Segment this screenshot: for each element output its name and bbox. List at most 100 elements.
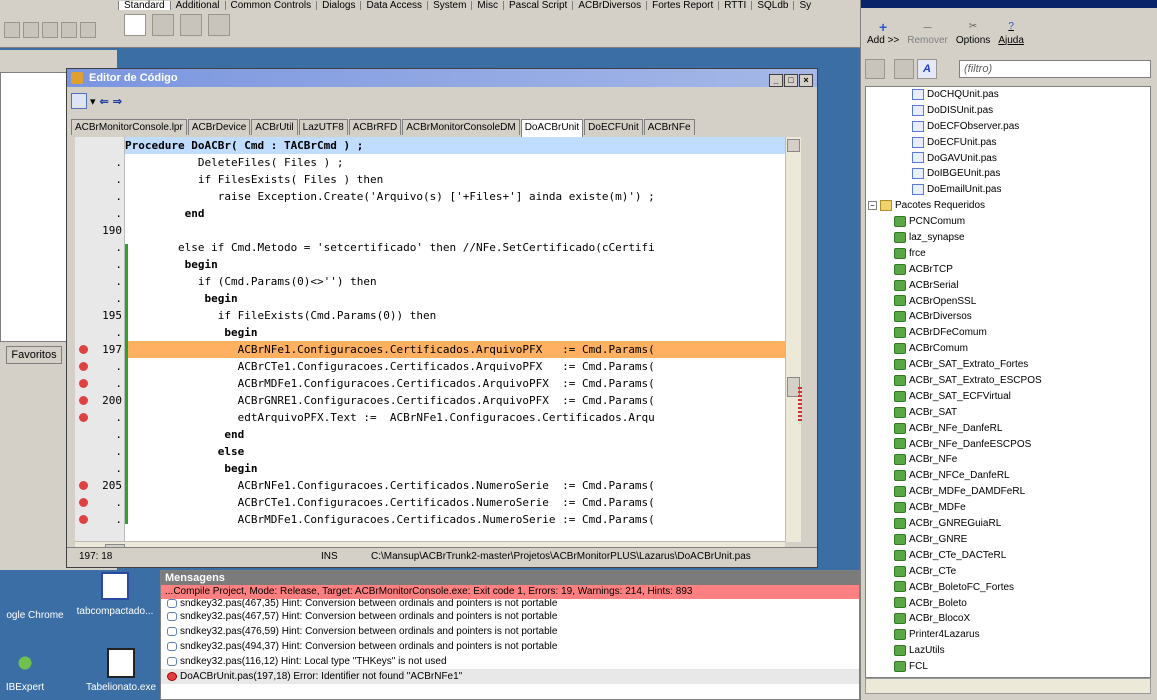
button-component-icon[interactable] xyxy=(208,14,231,36)
code-line[interactable]: ACBrMDFe1.Configuracoes.Certificados.Num… xyxy=(125,511,785,528)
code-line[interactable]: Procedure DoACBr( Cmd : TACBrCmd ) ; xyxy=(125,137,785,154)
tree-item-package[interactable]: ACBrDFeComum xyxy=(866,325,1150,341)
message-line[interactable]: sndkey32.pas(116,12) Hint: Local type "T… xyxy=(161,654,859,669)
code-line[interactable] xyxy=(125,222,785,239)
add-button[interactable]: + Add >> xyxy=(867,20,899,46)
code-line[interactable]: begin xyxy=(125,290,785,307)
message-line[interactable]: sndkey32.pas(494,37) Hint: Conversion be… xyxy=(161,639,859,654)
tree-item-package[interactable]: ACBrTCP xyxy=(866,262,1150,278)
palette-tab[interactable]: System xyxy=(427,1,471,10)
error-marker-icon[interactable] xyxy=(79,362,88,371)
code-line[interactable]: ACBrCTe1.Configuracoes.Certificados.Nume… xyxy=(125,494,785,511)
step-out-icon[interactable] xyxy=(61,22,77,38)
error-marker-icon[interactable] xyxy=(79,481,88,490)
maximize-button[interactable]: □ xyxy=(784,74,798,87)
tab-acbrmonitorconsoledm[interactable]: ACBrMonitorConsoleDM xyxy=(402,119,520,135)
tree-item-package[interactable]: ACBr_SAT_Extrato_ESCPOS xyxy=(866,373,1150,389)
tree-item-package[interactable]: ACBr_NFe xyxy=(866,452,1150,468)
palette-tab[interactable]: Standard xyxy=(118,1,170,10)
code-line[interactable]: else if Cmd.Metodo = 'setcertificado' th… xyxy=(125,239,785,256)
minimize-button[interactable]: _ xyxy=(769,74,783,87)
tree-item-package[interactable]: ACBr_NFCe_DanfeRL xyxy=(866,468,1150,484)
step-in-icon[interactable] xyxy=(42,22,58,38)
code-line[interactable]: if FileExists(Cmd.Params(0)) then xyxy=(125,307,785,324)
tab-acbrnfe[interactable]: ACBrNFe xyxy=(643,119,695,135)
chevron-down-icon[interactable]: ▾ xyxy=(90,95,96,108)
tree-item-package[interactable]: ACBr_Boleto xyxy=(866,596,1150,612)
code-line-error[interactable]: ACBrNFe1.Configuracoes.Certificados.Arqu… xyxy=(125,341,785,358)
inspector-title-bar[interactable] xyxy=(861,0,1157,8)
error-marker-icon[interactable] xyxy=(79,498,88,507)
tree-item-unit[interactable]: DoECFObserver.pas xyxy=(866,119,1150,135)
tree-item-package[interactable]: ACBr_NFe_DanfeRL xyxy=(866,421,1150,437)
tree-item-package[interactable]: ACBr_GNRE xyxy=(866,532,1150,548)
code-line[interactable]: begin xyxy=(125,460,785,477)
message-line[interactable]: sndkey32.pas(476,59) Hint: Conversion be… xyxy=(161,624,859,639)
desktop-icon-tabcompactado[interactable]: tabcompactado... xyxy=(70,572,160,617)
desktop-icon-ibexpert[interactable]: IBExpert xyxy=(0,648,50,693)
tree-item-unit[interactable]: DoEmailUnit.pas xyxy=(866,182,1150,198)
filter-input[interactable]: (filtro) xyxy=(959,60,1151,78)
palette-tab[interactable]: ACBrDiversos xyxy=(572,1,646,10)
tree-item-unit[interactable]: DoDISUnit.pas xyxy=(866,103,1150,119)
tree-item-package[interactable]: ACBrDiversos xyxy=(866,309,1150,325)
code-line[interactable]: ACBrNFe1.Configuracoes.Certificados.Nume… xyxy=(125,477,785,494)
tree-item-package[interactable]: FCL xyxy=(866,659,1150,675)
tree-item-package[interactable]: ACBr_BoletoFC_Fortes xyxy=(866,580,1150,596)
tree-item-unit[interactable]: DoGAVUnit.pas xyxy=(866,151,1150,167)
code-line[interactable]: ACBrCTe1.Configuracoes.Certificados.Arqu… xyxy=(125,358,785,375)
tree-item-package[interactable]: ACBr_BlocoX xyxy=(866,611,1150,627)
error-marker-icon[interactable] xyxy=(79,413,88,422)
palette-tab[interactable]: Dialogs xyxy=(316,1,360,10)
tree-item-unit[interactable]: DoCHQUnit.pas xyxy=(866,87,1150,103)
remove-button[interactable]: – Remover xyxy=(907,19,948,46)
vertical-scrollbar[interactable] xyxy=(785,137,802,542)
desktop-icon-chrome[interactable]: ogle Chrome xyxy=(0,580,70,621)
tree-item-package[interactable]: frce xyxy=(866,246,1150,262)
code-line[interactable]: begin xyxy=(125,324,785,341)
open-file-icon[interactable] xyxy=(865,59,885,79)
palette-tab[interactable]: Fortes Report xyxy=(646,1,718,10)
tab-doacbrunit[interactable]: DoACBrUnit xyxy=(520,119,584,137)
project-tree[interactable]: DoCHQUnit.pas DoDISUnit.pas DoECFObserve… xyxy=(865,86,1151,678)
palette-tab[interactable]: SQLdb xyxy=(751,1,793,10)
tree-item-package[interactable]: ACBr_SAT xyxy=(866,405,1150,421)
palette-tab[interactable]: Additional xyxy=(169,1,225,10)
tree-item-package[interactable]: ACBr_MDFe_DAMDFeRL xyxy=(866,484,1150,500)
tree-item-unit[interactable]: DoIBGEUnit.pas xyxy=(866,166,1150,182)
tree-item-package[interactable]: ACBr_CTe xyxy=(866,564,1150,580)
message-line[interactable]: sndkey32.pas(467,35) Hint: Conversion be… xyxy=(161,599,859,609)
tree-item-package[interactable]: ACBr_NFe_DanfeESCPOS xyxy=(866,437,1150,453)
code-line[interactable]: if (Cmd.Params(0)<>'') then xyxy=(125,273,785,290)
tree-item-package[interactable]: ACBr_MDFe xyxy=(866,500,1150,516)
options-button[interactable]: ✂ Options xyxy=(956,21,990,46)
tab-acbrrfd[interactable]: ACBrRFD xyxy=(348,119,402,135)
pointer-tool-icon[interactable] xyxy=(124,14,146,36)
desktop-icon-tabelionato[interactable]: Tabelionato.exe xyxy=(76,648,166,693)
code-line[interactable]: edtArquivoPFX.Text := ACBrNFe1.Configura… xyxy=(125,409,785,426)
toggle-icon[interactable] xyxy=(4,22,20,38)
palette-tab[interactable]: Data Access xyxy=(360,1,427,10)
back-arrow-icon[interactable]: ⇐ xyxy=(100,95,109,108)
close-button[interactable]: × xyxy=(799,74,813,87)
tab-acbrutil[interactable]: ACBrUtil xyxy=(251,119,298,135)
main-menu-component-icon[interactable] xyxy=(152,14,175,36)
tree-item-package[interactable]: ACBr_GNREGuiaRL xyxy=(866,516,1150,532)
palette-tab[interactable]: Misc xyxy=(471,1,503,10)
code-line[interactable]: begin xyxy=(125,256,785,273)
code-line[interactable]: if FilesExists( Files ) then xyxy=(125,171,785,188)
favorites-tab[interactable]: Favoritos xyxy=(6,346,62,364)
collapse-icon[interactable]: − xyxy=(868,201,877,211)
tree-item-package[interactable]: ACBr_CTe_DACTeRL xyxy=(866,548,1150,564)
tab-lazutf8[interactable]: LazUTF8 xyxy=(298,119,348,135)
tree-item-package[interactable]: Printer4Lazarus xyxy=(866,627,1150,643)
palette-tab[interactable]: RTTI xyxy=(718,1,751,10)
tab-doecfunit[interactable]: DoECFUnit xyxy=(584,119,643,135)
sort-icon[interactable] xyxy=(894,59,914,79)
message-line-error[interactable]: DoACBrUnit.pas(197,18) Error: Identifier… xyxy=(161,669,859,684)
tree-item-package[interactable]: ACBr_SAT_ECFVirtual xyxy=(866,389,1150,405)
tree-item-package[interactable]: PCNComum xyxy=(866,214,1150,230)
stop-icon[interactable] xyxy=(23,22,39,38)
popup-menu-component-icon[interactable] xyxy=(180,14,203,36)
code-line[interactable]: end xyxy=(125,426,785,443)
